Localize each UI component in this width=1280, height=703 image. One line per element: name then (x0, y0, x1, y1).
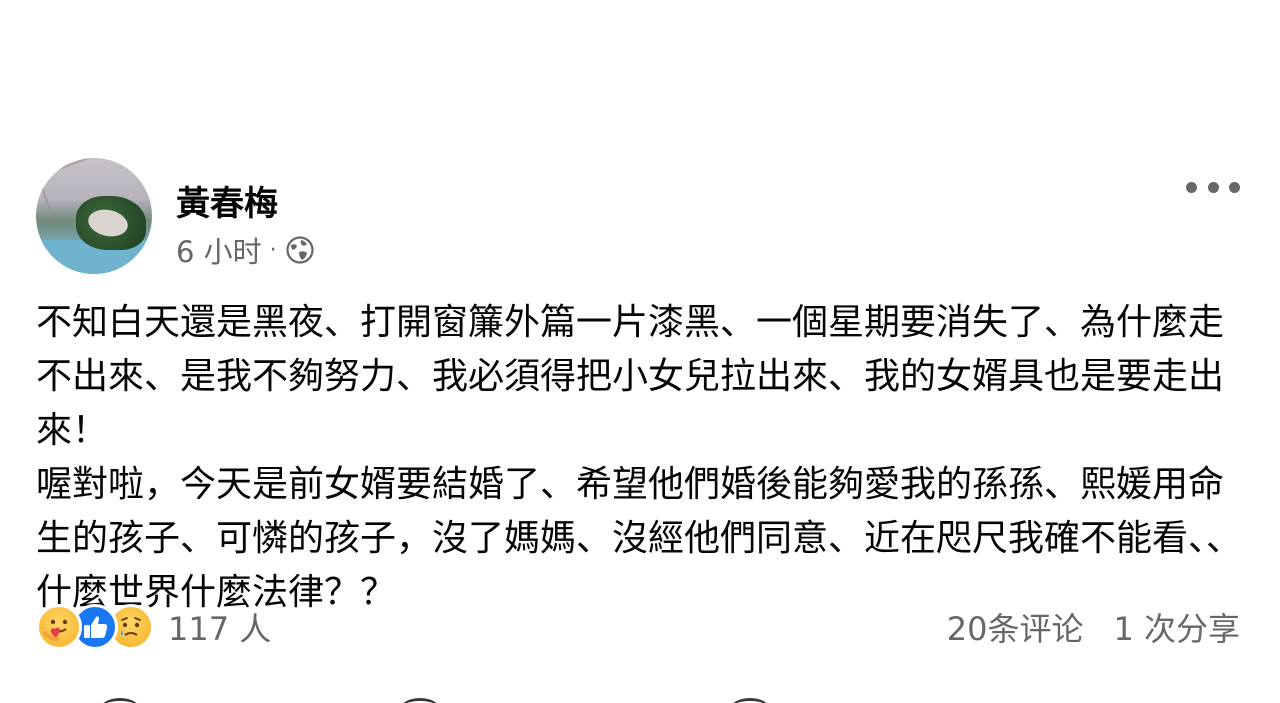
post-header: 黃春梅 6 小时 · (36, 158, 1246, 276)
action-icon-edge (730, 698, 770, 703)
shares-count-link[interactable]: 1 次分享 (1113, 604, 1240, 650)
post-page: 黃春梅 6 小时 · 不知白天還是黑夜、打開窗簾外篇一片漆黑、一個星期要消失了、… (0, 0, 1280, 703)
post-time[interactable]: 6 小时 (176, 229, 262, 271)
globe-icon[interactable] (285, 235, 315, 265)
more-dots-icon (1229, 181, 1240, 193)
action-icon-edge (400, 698, 440, 703)
reaction-count: 117 人 (168, 610, 272, 648)
care-reaction-icon (36, 604, 82, 650)
action-icon-edge (100, 698, 140, 703)
more-dots-icon (1186, 181, 1197, 193)
more-options-button[interactable] (1186, 174, 1240, 200)
post-paragraph: 不知白天還是黑夜、打開窗簾外篇一片漆黑、一個星期要消失了、為什麼走不出來、是我不… (36, 302, 1225, 451)
post-stats: 20条评论 1 次分享 (947, 600, 1240, 654)
action-bar-hint (0, 690, 1280, 703)
author-name[interactable]: 黃春梅 (176, 176, 278, 225)
more-dots-icon (1207, 181, 1219, 193)
post-footer: 117 人 20条评论 1 次分享 (36, 600, 1246, 654)
meta-separator: · (269, 237, 277, 263)
comments-count-link[interactable]: 20条评论 (947, 604, 1084, 650)
avatar[interactable] (36, 158, 152, 274)
post-paragraph: 喔對啦，今天是前女婿要結婚了、希望他們婚後能夠愛我的孫孫、熙媛用命生的孩子、可憐… (36, 464, 1243, 613)
post-body: 不知白天還是黑夜、打開窗簾外篇一片漆黑、一個星期要消失了、為什麼走不出來、是我不… (36, 296, 1251, 620)
reactions-summary[interactable]: 117 人 (36, 600, 271, 654)
post-meta: 6 小时 · (176, 229, 315, 271)
